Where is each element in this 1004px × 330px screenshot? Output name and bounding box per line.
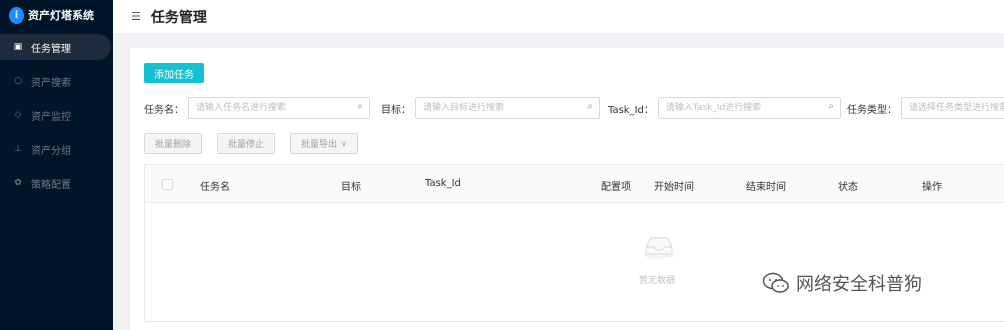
task-name-search-input[interactable] xyxy=(189,98,369,118)
task-type-select[interactable] xyxy=(901,97,1004,119)
task-id-search-box: ⌕ xyxy=(657,97,841,119)
sidebar-item-label: 资产搜索 xyxy=(31,77,71,89)
page-title: 任务管理 xyxy=(150,9,207,26)
wechat-icon xyxy=(762,272,789,293)
app-title: 资产灯塔系统 xyxy=(28,9,94,22)
main: ☰ 任务管理 添加任务 任务名： ⌕ 目标： ⌕ Task_Id： xyxy=(113,0,1004,330)
bulk-stop-button[interactable]: 批量停止 xyxy=(217,133,276,154)
column-target: 目标 xyxy=(341,182,361,193)
search-icon[interactable]: ⌕ xyxy=(828,101,834,112)
lighthouse-logo-icon: i xyxy=(9,6,24,24)
column-status: 状态 xyxy=(838,182,858,193)
column-task-id: Task_Id xyxy=(425,178,461,189)
shield-icon: ◇ xyxy=(14,110,22,120)
sidebar-item-label: 资产分组 xyxy=(31,145,71,157)
sidebar-item-label: 任务管理 xyxy=(31,43,71,55)
bulk-export-label: 批量导出 xyxy=(301,140,338,150)
watermark: 网络安全科普狗 xyxy=(762,270,922,296)
task-type-select-input[interactable] xyxy=(902,98,1004,118)
task-name-search-box: ⌕ xyxy=(188,97,370,119)
empty-text: 暂无数据 xyxy=(639,276,676,286)
sidebar: i 资产灯塔系统 ▣ 任务管理 ○ 资产搜索 ◇ 资产监控 ⊥ 资产分组 ✿ 策… xyxy=(0,0,113,330)
task-id-label: Task_Id： xyxy=(608,104,654,116)
filter-bar: 任务名： ⌕ 目标： ⌕ Task_Id： ⌕ xyxy=(144,96,1004,120)
header: ☰ 任务管理 xyxy=(113,0,1004,33)
empty-inbox-icon xyxy=(643,237,675,259)
select-all-checkbox[interactable] xyxy=(162,179,173,190)
target-search-input[interactable] xyxy=(416,98,599,118)
task-name-label: 任务名： xyxy=(144,104,184,116)
column-task-name: 任务名 xyxy=(200,182,230,193)
task-id-search-input[interactable] xyxy=(658,98,840,118)
filter-task-type: 任务类型： xyxy=(847,96,1004,120)
sidebar-item-asset-monitor[interactable]: ◇ 资产监控 xyxy=(0,102,113,128)
bulk-delete-button[interactable]: 批量删除 xyxy=(144,133,203,154)
sidebar-menu: ▣ 任务管理 ○ 资产搜索 ◇ 资产监控 ⊥ 资产分组 ✿ 策略配置 xyxy=(0,34,113,196)
cluster-icon: ⊥ xyxy=(14,144,22,154)
task-table: 任务名 目标 Task_Id 配置项 开始时间 结束时间 状态 操作 暂无数据 xyxy=(144,164,1004,322)
search-icon: ○ xyxy=(14,76,22,86)
filter-target: 目标： ⌕ xyxy=(381,96,600,120)
task-type-label: 任务类型： xyxy=(847,104,897,116)
search-icon[interactable]: ⌕ xyxy=(587,101,593,112)
filter-task-id: Task_Id： ⌕ xyxy=(608,96,841,120)
column-start-time: 开始时间 xyxy=(654,182,694,193)
filter-task-name: 任务名： ⌕ xyxy=(144,96,370,120)
empty-state: 暂无数据 xyxy=(145,203,1004,321)
chevron-down-icon: ∨ xyxy=(341,139,347,148)
sidebar-item-asset-group[interactable]: ⊥ 资产分组 xyxy=(0,136,113,162)
sidebar-item-label: 策略配置 xyxy=(31,179,71,191)
target-search-box: ⌕ xyxy=(415,97,600,119)
gear-icon: ✿ xyxy=(14,178,22,188)
brand[interactable]: i 资产灯塔系统 xyxy=(0,0,113,30)
add-task-button[interactable]: 添加任务 xyxy=(144,63,204,83)
column-config: 配置项 xyxy=(601,182,631,193)
table-header: 任务名 目标 Task_Id 配置项 开始时间 结束时间 状态 操作 xyxy=(145,165,1004,203)
column-end-time: 结束时间 xyxy=(746,182,786,193)
sidebar-item-task-management[interactable]: ▣ 任务管理 xyxy=(0,34,111,60)
bulk-export-button[interactable]: 批量导出 ∨ xyxy=(290,133,358,154)
sidebar-item-label: 资产监控 xyxy=(31,111,71,123)
watermark-text: 网络安全科普狗 xyxy=(796,274,922,295)
sidebar-item-policy-config[interactable]: ✿ 策略配置 xyxy=(0,170,113,196)
column-actions: 操作 xyxy=(922,182,942,193)
sidebar-item-asset-search[interactable]: ○ 资产搜索 xyxy=(0,68,113,94)
menu-collapse-icon[interactable]: ☰ xyxy=(131,10,141,23)
task-icon: ▣ xyxy=(13,42,23,52)
target-label: 目标： xyxy=(381,104,411,116)
search-icon[interactable]: ⌕ xyxy=(357,101,363,112)
